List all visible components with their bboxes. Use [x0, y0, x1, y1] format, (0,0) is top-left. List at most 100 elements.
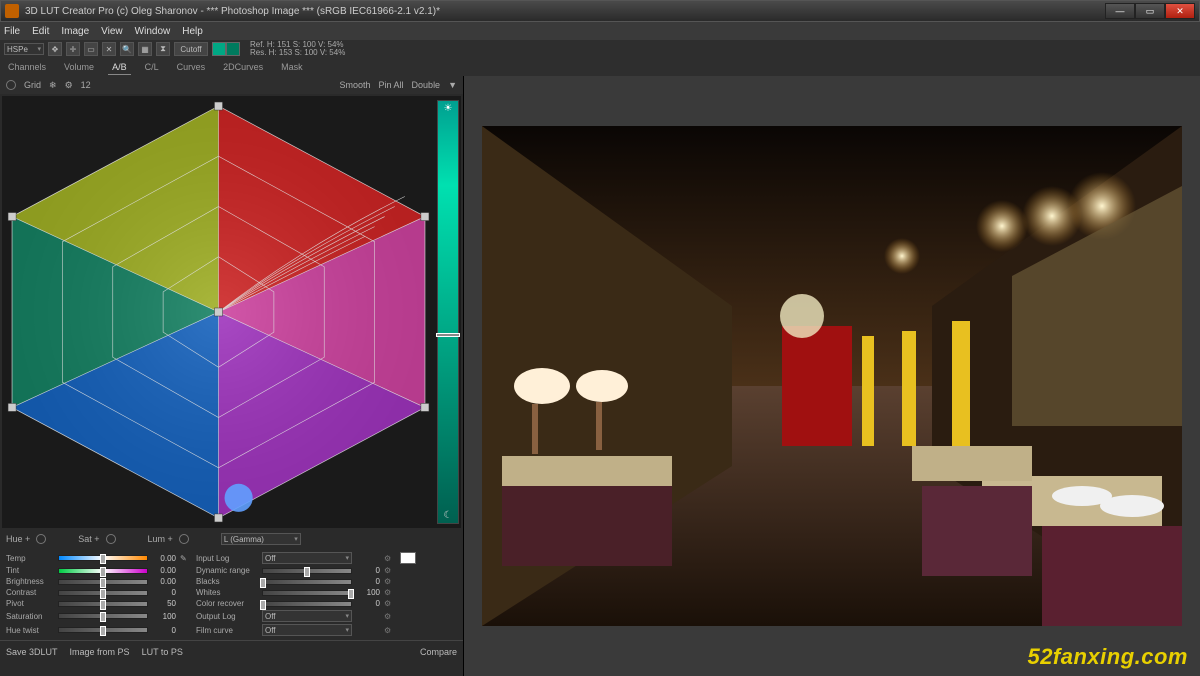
minimize-button[interactable]: —	[1105, 3, 1135, 19]
window-title: 3D LUT Creator Pro (c) Oleg Sharonov - *…	[25, 6, 1105, 17]
lum-radio[interactable]	[179, 534, 189, 544]
slider-temp[interactable]	[58, 555, 148, 561]
slider-whites[interactable]	[262, 590, 352, 596]
swatch-fg[interactable]	[212, 42, 226, 56]
gear-icon[interactable]: ⚙	[384, 566, 396, 575]
menu-file[interactable]: File	[4, 26, 20, 37]
grid-toolbar: Grid ❄ ⚙ 12 Smooth Pin All Double ▼	[0, 76, 463, 94]
slider-tint[interactable]	[58, 568, 148, 574]
tab-channels[interactable]: Channels	[4, 60, 50, 74]
tool-crosshair-icon[interactable]: ✛	[66, 42, 80, 56]
compare-button[interactable]: Compare	[420, 647, 457, 657]
pinall-button[interactable]: Pin All	[379, 80, 404, 90]
slider-contrast[interactable]	[58, 590, 148, 596]
tabs: Channels Volume A/B C/L Curves 2DCurves …	[0, 58, 1200, 76]
menu-window[interactable]: Window	[135, 26, 171, 37]
param-hue twist: Hue twist	[6, 626, 54, 635]
value-tint: 0.00	[152, 566, 176, 575]
value-blacks: 0	[356, 577, 380, 586]
tool-move-icon[interactable]: ✥	[48, 42, 62, 56]
param-input-log: Input Log	[196, 554, 258, 563]
gear-icon[interactable]: ⚙	[384, 612, 396, 621]
gear-icon[interactable]: ⚙	[384, 554, 396, 563]
param-tint: Tint	[6, 566, 54, 575]
close-button[interactable]: ✕	[1165, 3, 1195, 19]
slider-pivot[interactable]	[58, 601, 148, 607]
swatch-bg[interactable]	[226, 42, 240, 56]
slider-color-recover[interactable]	[262, 601, 352, 607]
grid-steps[interactable]: 12	[81, 80, 91, 90]
menubar: File Edit Image View Window Help	[0, 22, 1200, 40]
slider-blacks[interactable]	[262, 579, 352, 585]
slider-dynamic-range[interactable]	[262, 568, 352, 574]
image-from-ps-button[interactable]: Image from PS	[70, 647, 130, 657]
output-swatch[interactable]	[400, 552, 416, 564]
dropdown-icon[interactable]: ▼	[448, 80, 457, 90]
maximize-button[interactable]: ▭	[1135, 3, 1165, 19]
value-temp: 0.00	[152, 554, 176, 563]
slider-saturation[interactable]	[58, 613, 148, 619]
value-brightness: 0.00	[152, 577, 176, 586]
colorspace-dropdown[interactable]: HSPe	[4, 43, 44, 55]
menu-view[interactable]: View	[101, 26, 123, 37]
tool-grid-icon[interactable]: ▦	[138, 42, 152, 56]
slider-hue twist[interactable]	[58, 627, 148, 633]
gear-icon[interactable]: ⚙	[384, 577, 396, 586]
preview-image[interactable]	[482, 126, 1182, 626]
grid-label: Grid	[24, 80, 41, 90]
value-dynamic-range: 0	[356, 566, 380, 575]
gear-icon[interactable]: ⚙	[384, 588, 396, 597]
menu-help[interactable]: Help	[182, 26, 203, 37]
dropdown-film-curve[interactable]: Off	[262, 624, 352, 636]
eyedropper-icon[interactable]: ✎	[180, 554, 192, 563]
preview-panel: 52fanxing.com	[464, 76, 1200, 676]
tool-cross-icon[interactable]: ✕	[102, 42, 116, 56]
gear-icon[interactable]: ⚙	[384, 599, 396, 608]
toolbar: HSPe ✥ ✛ ▭ ✕ 🔍 ▦ ⧗ Cutoff Ref. H: 151 S:…	[0, 40, 1200, 58]
tab-2dcurves[interactable]: 2DCurves	[219, 60, 267, 74]
watermark: 52fanxing.com	[1027, 644, 1188, 670]
lum-label: Lum +	[148, 534, 173, 544]
grid-radio[interactable]	[6, 80, 16, 90]
tab-volume[interactable]: Volume	[60, 60, 98, 74]
left-footer: Save 3DLUT Image from PS LUT to PS Compa…	[0, 640, 463, 662]
tab-cl[interactable]: C/L	[141, 60, 163, 74]
slider-brightness[interactable]	[58, 579, 148, 585]
tool-zoom-icon[interactable]: 🔍	[120, 42, 134, 56]
sun-icon: ☀	[438, 103, 458, 114]
param-whites: Whites	[196, 588, 258, 597]
slider-knob[interactable]	[436, 333, 460, 337]
smooth-button[interactable]: Smooth	[340, 80, 371, 90]
hex-color-grid[interactable]	[2, 96, 435, 528]
double-button[interactable]: Double	[412, 80, 441, 90]
menu-edit[interactable]: Edit	[32, 26, 49, 37]
value-whites: 100	[356, 588, 380, 597]
window-controls: — ▭ ✕	[1105, 3, 1195, 19]
hue-label: Hue +	[6, 534, 30, 544]
snowflake-icon[interactable]: ❄	[49, 80, 57, 91]
parameters-grid: Temp0.00✎Input LogOff⚙Tint0.00Dynamic ra…	[0, 548, 463, 640]
color-swatches[interactable]	[212, 42, 240, 56]
gear-icon[interactable]: ⚙	[65, 80, 73, 91]
param-contrast: Contrast	[6, 588, 54, 597]
hue-radio[interactable]	[36, 534, 46, 544]
tab-curves[interactable]: Curves	[173, 60, 210, 74]
lut-to-ps-button[interactable]: LUT to PS	[142, 647, 183, 657]
param-brightness: Brightness	[6, 577, 54, 586]
gear-icon[interactable]: ⚙	[384, 626, 396, 635]
tool-rect-icon[interactable]: ▭	[84, 42, 98, 56]
app-icon	[5, 4, 19, 18]
tab-mask[interactable]: Mask	[277, 60, 307, 74]
menu-image[interactable]: Image	[61, 26, 89, 37]
luminance-slider[interactable]: ☀ ☾	[437, 100, 459, 524]
tool-cutoff[interactable]: Cutoff	[174, 42, 208, 56]
sat-radio[interactable]	[106, 534, 116, 544]
tool-hourglass-icon[interactable]: ⧗	[156, 42, 170, 56]
value-hue twist: 0	[152, 626, 176, 635]
tab-ab[interactable]: A/B	[108, 60, 131, 75]
save-3dlut-button[interactable]: Save 3DLUT	[6, 647, 58, 657]
dropdown-input-log[interactable]: Off	[262, 552, 352, 564]
sat-label: Sat +	[78, 534, 99, 544]
gamma-dropdown[interactable]: L (Gamma)	[221, 533, 301, 545]
dropdown-output-log[interactable]: Off	[262, 610, 352, 622]
